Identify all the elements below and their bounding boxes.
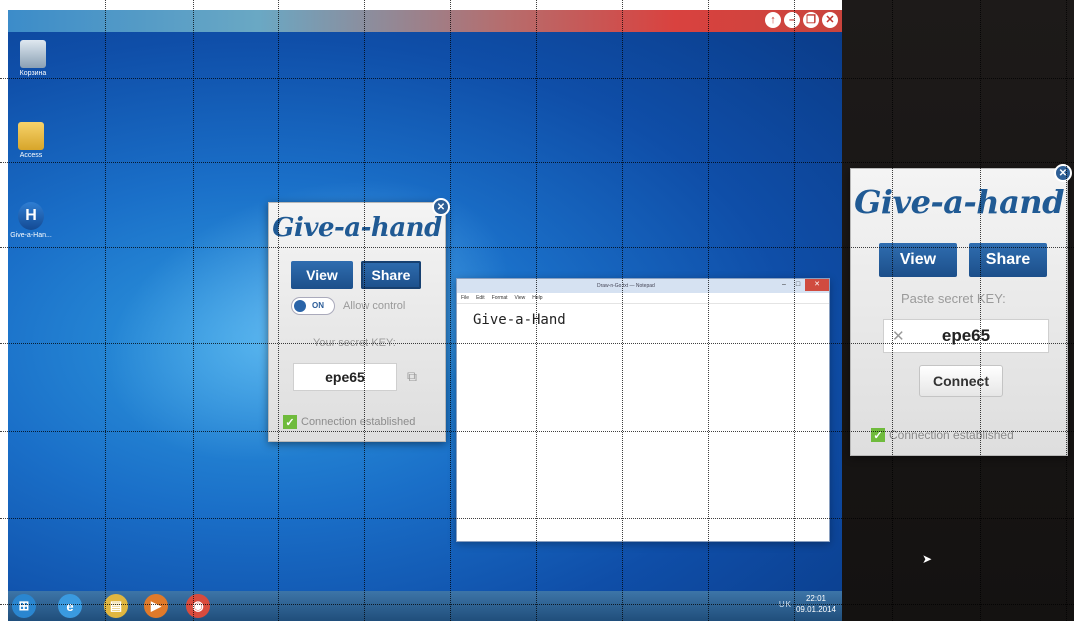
- desktop-icon-label: Give-a-Han...: [10, 232, 52, 239]
- clock-time: 22:01: [805, 594, 826, 603]
- grid-line: [450, 0, 451, 621]
- minimize-icon[interactable]: –: [784, 12, 800, 28]
- menu-view[interactable]: View: [515, 293, 526, 303]
- notepad-menubar: File Edit Format View Help: [457, 293, 829, 304]
- grid-line: [980, 0, 981, 621]
- viewer-logo: Give-a-hand: [854, 183, 1064, 221]
- grid-line: [622, 0, 623, 621]
- menu-edit[interactable]: Edit: [476, 293, 485, 303]
- media-player-icon[interactable]: ▶: [144, 594, 168, 618]
- grid-line: [708, 0, 709, 621]
- notepad-text-area[interactable]: Give-a-Hand: [457, 304, 829, 336]
- sharer-logo: Give-a-hand: [272, 213, 442, 243]
- taskbar: ⊞ e ▤ ▶ ◉ UK 22:01 09.01.2014: [8, 591, 842, 621]
- folder-icon: [18, 122, 44, 150]
- notepad-close-button[interactable]: ✕: [805, 279, 829, 291]
- grid-line: [278, 0, 279, 621]
- grid-line: [0, 604, 1074, 605]
- remote-window-titlebar: ↑ – ❐ ✕: [8, 10, 842, 32]
- grid-line: [105, 0, 106, 621]
- secret-key-input[interactable]: ✕ epe65: [883, 319, 1049, 353]
- menu-format[interactable]: Format: [492, 293, 508, 303]
- viewer-view-button[interactable]: View: [879, 243, 957, 277]
- restore-icon[interactable]: ❐: [803, 12, 819, 28]
- copy-icon[interactable]: ⧉: [403, 365, 421, 387]
- chrome-icon[interactable]: ◉: [186, 594, 210, 618]
- mouse-cursor-icon: ➤: [922, 552, 933, 566]
- grid-line: [892, 0, 893, 621]
- grid-line: [364, 0, 365, 621]
- desktop-icon-label: Корзина: [19, 70, 47, 77]
- paste-key-label: Paste secret KEY:: [901, 291, 1006, 306]
- menu-file[interactable]: File: [461, 293, 469, 303]
- grid-line: [0, 518, 1074, 519]
- desktop-icon-give-a-hand[interactable]: H Give-a-Han...: [8, 202, 56, 239]
- notepad-minimize-button[interactable]: –: [777, 279, 791, 291]
- grid-line: [0, 247, 1074, 248]
- secret-key-display: epe65: [293, 363, 397, 391]
- grid-line: [0, 78, 1074, 79]
- check-icon: ✓: [283, 415, 297, 429]
- desktop-icon-access[interactable]: Access: [8, 122, 56, 159]
- viewer-close-icon[interactable]: ✕: [1054, 164, 1072, 182]
- grid-line: [536, 0, 537, 621]
- grid-line: [193, 0, 194, 621]
- screen: ↑ – ❐ ✕ Корзина Access H Give-a-Han... ⊞…: [0, 0, 1074, 621]
- connect-button[interactable]: Connect: [919, 365, 1003, 397]
- notepad-titlebar[interactable]: Draw-n-Go.txt — Notepad – □ ✕: [457, 279, 829, 293]
- grid-line: [0, 431, 1074, 432]
- grid-line: [0, 162, 1074, 163]
- sharer-status: ✓ Connection established: [283, 415, 415, 429]
- notepad-window[interactable]: Draw-n-Go.txt — Notepad – □ ✕ File Edit …: [456, 278, 830, 542]
- upload-icon[interactable]: ↑: [765, 12, 781, 28]
- internet-explorer-icon[interactable]: e: [58, 594, 82, 618]
- sharer-status-text: Connection established: [301, 416, 416, 428]
- remote-window-controls: ↑ – ❐ ✕: [765, 12, 838, 28]
- allow-control-label: Allow control: [343, 300, 406, 312]
- allow-control-toggle[interactable]: ON: [291, 297, 335, 315]
- toggle-state-label: ON: [312, 301, 324, 310]
- viewer-panel: ✕ Give-a-hand View Share Paste secret KE…: [850, 164, 1072, 456]
- notepad-title: Draw-n-Go.txt — Notepad: [597, 283, 655, 289]
- clock-date: 09.01.2014: [795, 605, 836, 614]
- desktop-icon-recycle-bin[interactable]: Корзина: [8, 40, 58, 77]
- start-button[interactable]: ⊞: [12, 594, 36, 618]
- recycle-bin-icon: [20, 40, 46, 68]
- give-a-hand-app-icon: H: [18, 202, 44, 230]
- grid-line: [794, 0, 795, 621]
- notepad-window-controls: – □ ✕: [777, 279, 829, 291]
- menu-help[interactable]: Help: [532, 293, 542, 303]
- desktop-icon-label: Access: [19, 152, 43, 159]
- toggle-knob: [294, 300, 306, 312]
- sharer-panel: ✕ Give-a-hand View Share ON Allow contro…: [268, 198, 450, 442]
- grid-line: [1066, 0, 1067, 621]
- sharer-share-button[interactable]: Share: [361, 261, 421, 289]
- sharer-view-button[interactable]: View: [291, 261, 353, 289]
- file-explorer-icon[interactable]: ▤: [104, 594, 128, 618]
- grid-line: [0, 343, 1074, 344]
- close-icon[interactable]: ✕: [822, 12, 838, 28]
